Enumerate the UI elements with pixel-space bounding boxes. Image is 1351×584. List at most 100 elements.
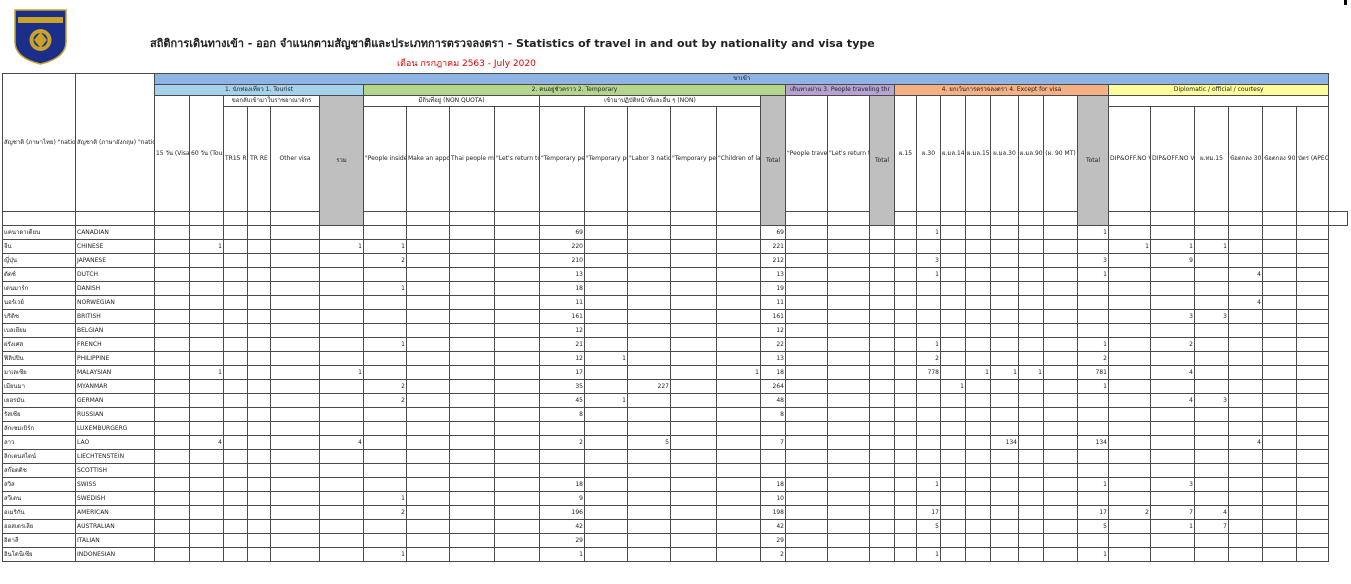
value-cell: [1228, 323, 1263, 338]
value-cell: 2: [363, 505, 407, 520]
value-cell: [1043, 225, 1078, 240]
value-cell: [247, 365, 271, 380]
value-cell: [827, 379, 870, 394]
value-cell: [449, 323, 495, 338]
nationality-th-cell: ลักเซมเบิร์ก: [2, 421, 76, 436]
value-cell: [1295, 477, 1330, 492]
value-cell: 1: [319, 365, 364, 380]
value-cell: [223, 365, 248, 380]
value-cell: [270, 477, 320, 492]
value-cell: [1150, 281, 1195, 296]
value-cell: [940, 323, 966, 338]
value-cell: [827, 477, 870, 492]
value-cell: [1077, 533, 1109, 548]
value-cell: [940, 435, 966, 450]
value-cell: [406, 463, 450, 478]
value-cell: [990, 533, 1019, 548]
value-cell: [894, 295, 917, 310]
value-cell: [670, 477, 717, 492]
value-cell: 1: [916, 225, 941, 240]
value-cell: [670, 281, 717, 296]
value-cell: [1228, 239, 1263, 254]
value-cell: [247, 519, 271, 534]
value-cell: [990, 477, 1019, 492]
value-cell: [716, 379, 761, 394]
value-cell: [494, 477, 540, 492]
col-ps-ml90: ผ.มล.90: [1018, 95, 1044, 212]
col-thai-people: Thai people make an appointment for repo…: [449, 106, 495, 212]
col-transit-30: "People travel through 30 days (TS) ": [785, 95, 828, 212]
value-cell: [1077, 281, 1109, 296]
nationality-en-cell: LUXEMBURGERG: [75, 421, 155, 436]
value-cell: [670, 463, 717, 478]
value-cell: 9: [1150, 253, 1195, 268]
value-cell: [270, 533, 320, 548]
value-cell: [894, 421, 917, 436]
value-cell: [1108, 421, 1151, 436]
value-cell: 1: [1194, 239, 1229, 254]
value-cell: [1018, 421, 1044, 436]
value-cell: [1194, 253, 1229, 268]
value-cell: [223, 519, 248, 534]
value-cell: [894, 477, 917, 492]
value-cell: [1228, 309, 1263, 324]
table-row: ลิกเตนสไตน์ LIECHTENSTEIN: [2, 449, 1348, 464]
value-cell: [154, 239, 190, 254]
value-cell: [670, 393, 717, 408]
table-row: เยอรมัน GERMAN 2 45 1 48 4 3: [2, 393, 1348, 408]
nationality-en-cell: SWISS: [75, 477, 155, 492]
value-cell: [449, 519, 495, 534]
value-cell: [940, 295, 966, 310]
value-cell: [406, 365, 450, 380]
value-cell: [990, 505, 1019, 520]
value-cell: [869, 225, 895, 240]
value-cell: [189, 449, 224, 464]
value-cell: [827, 267, 870, 282]
value-cell: [539, 421, 585, 436]
value-cell: [990, 281, 1019, 296]
value-cell: [990, 309, 1019, 324]
value-cell: [247, 421, 271, 436]
col-non-la: "Labor 3 nationalities (NON LA 2 YEAR) ": [627, 106, 671, 212]
value-cell: [869, 309, 895, 324]
value-cell: 48: [760, 393, 786, 408]
value-cell: [1077, 463, 1109, 478]
col-ps30: ผ.30: [916, 95, 941, 212]
value-cell: [449, 239, 495, 254]
value-cell: [1295, 547, 1330, 562]
value-cell: [785, 337, 828, 352]
value-cell: [670, 267, 717, 282]
nationality-en-cell: AUSTRALIAN: [75, 519, 155, 534]
value-cell: [154, 337, 190, 352]
value-cell: 4: [1228, 435, 1263, 450]
value-cell: [494, 337, 540, 352]
value-cell: [1295, 239, 1330, 254]
value-cell: [627, 449, 671, 464]
value-cell: [1295, 407, 1330, 422]
value-cell: [1077, 295, 1109, 310]
value-cell: [940, 365, 966, 380]
value-cell: [1262, 491, 1297, 506]
value-cell: [319, 421, 364, 436]
col-cy30: ข้อตกลง 30 วัน (CY 30): [1228, 106, 1263, 212]
table-row: อเมริกัน AMERICAN 2 196 198 17 17 2 7 4: [2, 505, 1348, 520]
nationality-en-cell: DANISH: [75, 281, 155, 296]
value-cell: [940, 225, 966, 240]
value-cell: [270, 407, 320, 422]
value-cell: 1: [363, 547, 407, 562]
value-cell: [449, 421, 495, 436]
value-cell: [223, 463, 248, 478]
value-cell: [785, 225, 828, 240]
nationality-th-cell: ดัตช์: [2, 267, 76, 282]
value-cell: 1: [1077, 267, 1109, 282]
value-cell: [916, 323, 941, 338]
value-cell: [1018, 533, 1044, 548]
value-cell: [363, 449, 407, 464]
value-cell: [894, 323, 917, 338]
value-cell: [189, 295, 224, 310]
value-cell: [449, 435, 495, 450]
value-cell: 5: [627, 435, 671, 450]
value-cell: 4: [189, 435, 224, 450]
value-cell: [990, 267, 1019, 282]
value-cell: [449, 365, 495, 380]
